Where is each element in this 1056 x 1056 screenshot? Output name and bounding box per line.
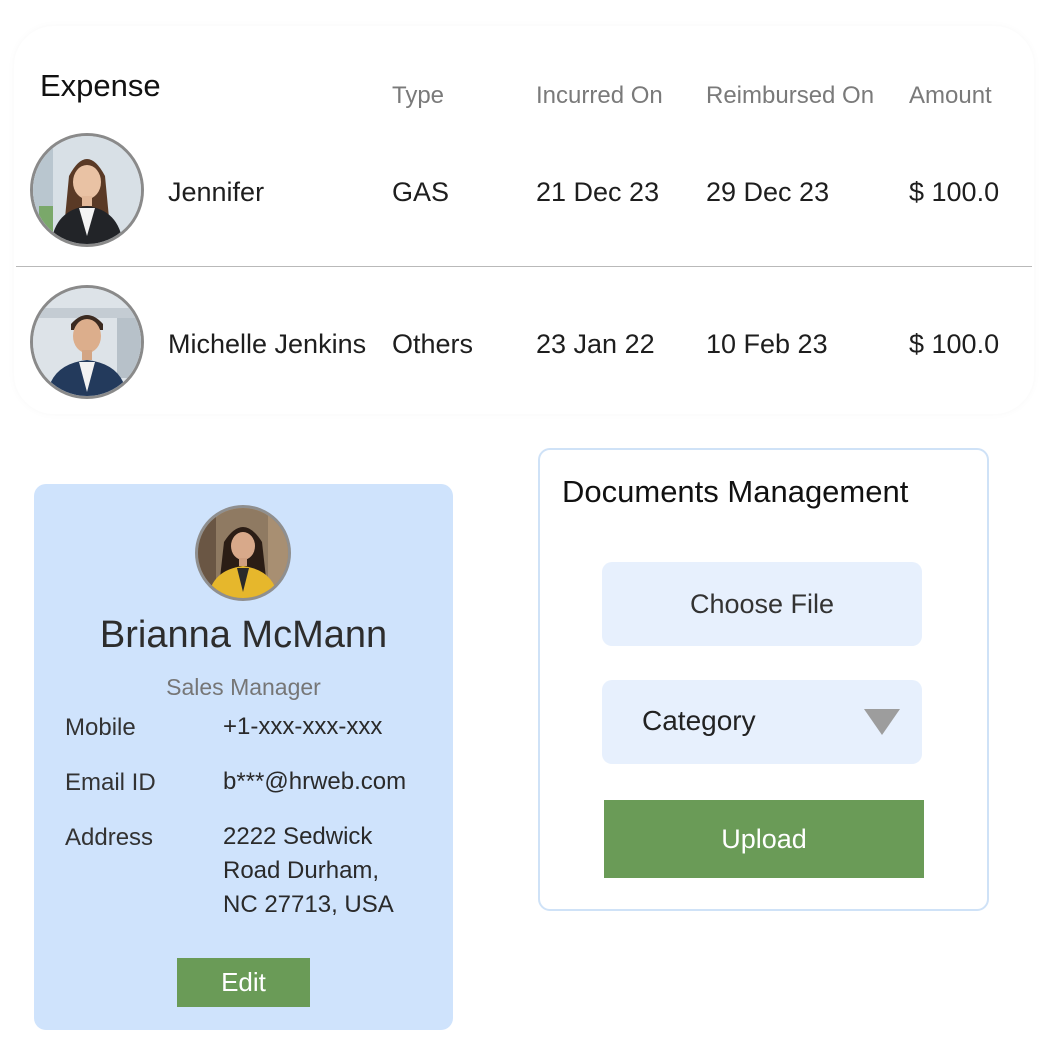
profile-name: Brianna McMann [99, 614, 388, 656]
expense-type: GAS [392, 177, 450, 207]
profile-avatar [195, 505, 291, 601]
profile-role: Sales Manager [166, 674, 321, 700]
column-header-type: Type [392, 82, 445, 109]
woman-portrait-icon [198, 508, 288, 598]
profile-field-label-mobile: Mobile [65, 714, 136, 741]
expense-incurred-on: 23 Jan 22 [536, 329, 655, 359]
expense-amount: $ 100.0 [909, 177, 1000, 207]
category-select[interactable]: Category [602, 680, 922, 764]
column-header-amount: Amount [909, 82, 992, 109]
expense-reimbursed-on: 10 Feb 23 [706, 329, 828, 359]
profile-card: Brianna McMann Sales Manager Mobile +1-x… [34, 484, 453, 1030]
profile-field-value-email: b***@hrweb.com [223, 768, 407, 795]
edit-button[interactable]: Edit [177, 958, 310, 1007]
profile-field-value-mobile: +1-xxx-xxx-xxx [223, 713, 383, 740]
profile-field-label-email: Email ID [65, 769, 156, 796]
category-select-label: Category [642, 705, 756, 736]
expense-incurred-on: 21 Dec 23 [536, 177, 660, 207]
expense-amount: $ 100.0 [909, 329, 1000, 359]
profile-field-value-address: 2222 Sedwick Road Durham, NC 27713, USA [223, 823, 394, 918]
woman-portrait-icon [33, 136, 141, 244]
expense-employee-name: Michelle Jenkins [168, 329, 367, 359]
row-divider [16, 266, 1032, 267]
expense-employee-name: Jennifer [168, 177, 265, 207]
expense-row[interactable]: Jennifer GAS 21 Dec 23 29 Dec 23 $ 100.0 [14, 133, 1034, 253]
documents-card: Documents Management Choose File Categor… [538, 448, 989, 911]
dropdown-triangle-icon [864, 709, 900, 735]
expense-type: Others [392, 329, 474, 359]
choose-file-button[interactable]: Choose File [602, 562, 922, 646]
avatar [30, 133, 144, 247]
profile-field-label-address: Address [65, 824, 154, 851]
column-header-reimbursed-on: Reimbursed On [706, 82, 875, 109]
documents-title: Documents Management [562, 474, 909, 509]
column-header-incurred-on: Incurred On [536, 82, 663, 109]
expense-title: Expense [40, 68, 161, 103]
man-portrait-icon [33, 288, 141, 396]
avatar [30, 285, 144, 399]
expense-row[interactable]: Michelle Jenkins Others 23 Jan 22 10 Feb… [14, 285, 1034, 405]
upload-button[interactable]: Upload [604, 800, 924, 878]
expense-reimbursed-on: 29 Dec 23 [706, 177, 830, 207]
expense-card: Expense Type Incurred On Reimbursed On A… [14, 26, 1034, 414]
